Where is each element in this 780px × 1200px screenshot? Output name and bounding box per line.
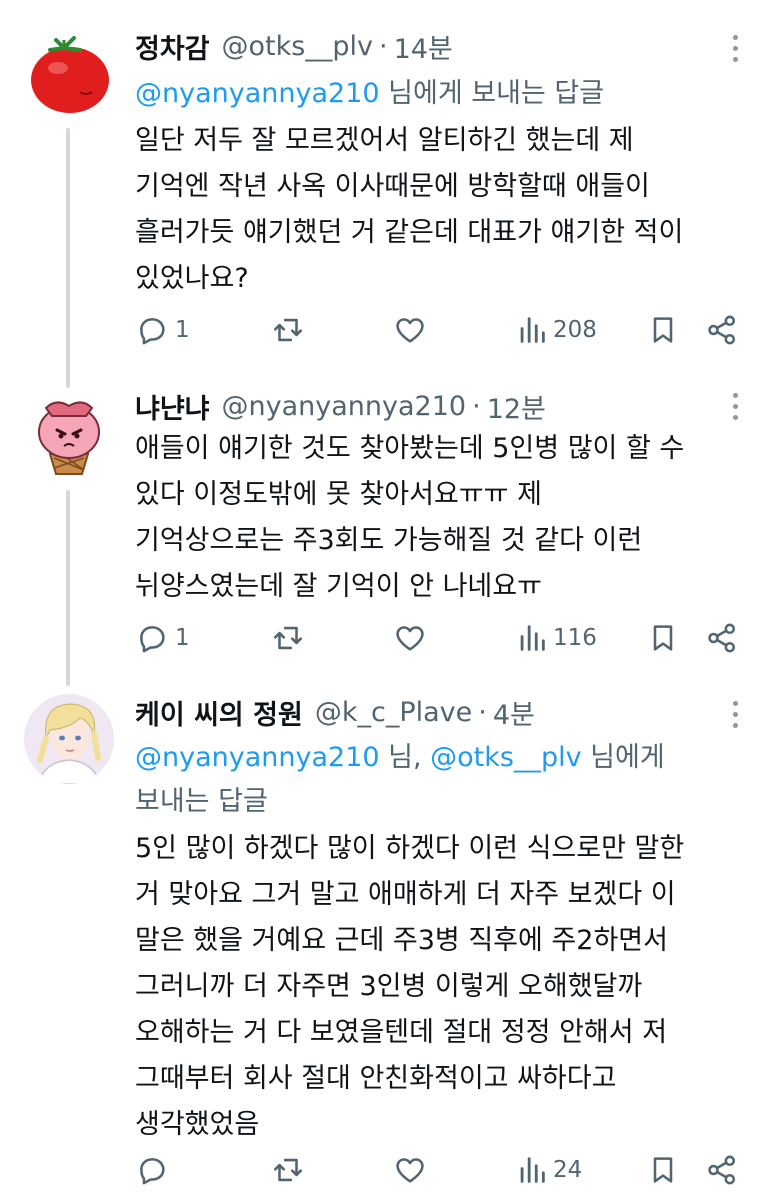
- views-button[interactable]: 24: [517, 1150, 582, 1190]
- bookmark-icon: [647, 621, 679, 655]
- like-button[interactable]: [393, 618, 427, 658]
- reply-separator: 님,: [379, 742, 431, 773]
- retweet-icon: [271, 1153, 305, 1187]
- tweet-text: 5인 많이 하겠다 많이 하겠다 이런 식으로만 말한 거 맞아요 그거 말고 …: [135, 833, 685, 1140]
- views-button[interactable]: 116: [517, 618, 597, 658]
- more-icon[interactable]: [720, 694, 750, 734]
- more-icon[interactable]: [720, 386, 750, 426]
- retweet-button[interactable]: [271, 1150, 305, 1190]
- tweet-header: 냐냔냐 @nyanyannya210 · 12분: [135, 386, 546, 426]
- reply-context: @nyanyannya210 님에게 보내는 답글: [135, 72, 745, 116]
- reply-button[interactable]: 1: [135, 310, 190, 350]
- thread-line: [66, 490, 70, 686]
- separator-dot: ·: [378, 30, 388, 62]
- bookmark-icon: [647, 1153, 679, 1187]
- views-count: 24: [553, 1157, 583, 1183]
- reply-context: @nyanyannya210 님, @otks__plv 님에게 보내는 답글: [135, 736, 745, 824]
- timestamp[interactable]: 4분: [493, 693, 535, 732]
- reply-button[interactable]: 1: [135, 618, 190, 658]
- separator-dot: ·: [472, 390, 481, 422]
- reply-icon: [135, 313, 169, 347]
- separator-dot: ·: [478, 696, 487, 728]
- reply-count: 1: [175, 625, 190, 651]
- reply-button[interactable]: [135, 1150, 175, 1190]
- timestamp[interactable]: 14분: [394, 27, 453, 66]
- user-handle[interactable]: @k_c_Plave: [315, 697, 472, 728]
- views-icon: [517, 313, 547, 347]
- reply-suffix: 님에게 보내는 답글: [379, 78, 605, 109]
- action-bar: 1 116: [135, 618, 745, 658]
- share-icon: [705, 621, 739, 655]
- tweet-3[interactable]: 케이 씨의 정원 @k_c_Plave · 4분 @nyanyannya210 …: [0, 680, 780, 1200]
- tomato-avatar-icon[interactable]: [24, 28, 114, 118]
- more-icon[interactable]: [720, 28, 750, 68]
- views-button[interactable]: 208: [517, 310, 597, 350]
- bookmark-button[interactable]: [647, 1150, 679, 1190]
- user-handle[interactable]: @nyanyannya210: [222, 391, 467, 422]
- display-name[interactable]: 케이 씨의 정원: [135, 693, 303, 732]
- mention-link[interactable]: @nyanyannya210: [135, 78, 380, 109]
- bookmark-button[interactable]: [647, 618, 679, 658]
- retweet-button[interactable]: [271, 618, 305, 658]
- action-bar: 24: [135, 1150, 745, 1190]
- views-icon: [517, 621, 547, 655]
- reply-icon: [135, 621, 169, 655]
- display-name[interactable]: 정차감: [135, 27, 210, 66]
- bookmark-button[interactable]: [647, 310, 679, 350]
- tweet-header: 정차감 @otks__plv · 14분: [135, 26, 453, 66]
- user-handle[interactable]: @otks__plv: [222, 31, 373, 62]
- heart-icon: [393, 313, 427, 347]
- heart-icon: [393, 1153, 427, 1187]
- reply-count: 1: [175, 317, 190, 343]
- share-button[interactable]: [705, 618, 739, 658]
- share-button[interactable]: [705, 310, 739, 350]
- retweet-icon: [271, 621, 305, 655]
- pink-character-avatar-icon[interactable]: [24, 388, 114, 478]
- tweet-header: 케이 씨의 정원 @k_c_Plave · 4분: [135, 692, 535, 732]
- anime-character-avatar-icon[interactable]: [24, 694, 114, 784]
- thread-line: [66, 128, 70, 388]
- reply-suffix-line2: 보내는 답글: [135, 786, 268, 817]
- share-icon: [705, 313, 739, 347]
- views-count: 116: [553, 625, 597, 651]
- timestamp[interactable]: 12분: [487, 387, 546, 426]
- tweet-text: 애들이 얘기한 것도 찾아봤는데 5인병 많이 할 수 있다 이정도밖에 못 찾…: [135, 433, 685, 602]
- mention-link[interactable]: @nyanyannya210: [135, 742, 380, 773]
- reply-icon: [135, 1153, 169, 1187]
- bookmark-icon: [647, 313, 679, 347]
- views-count: 208: [553, 317, 597, 343]
- display-name[interactable]: 냐냔냐: [135, 387, 210, 426]
- retweet-icon: [271, 313, 305, 347]
- retweet-button[interactable]: [271, 310, 305, 350]
- like-button[interactable]: [393, 310, 427, 350]
- tweet-2[interactable]: 냐냔냐 @nyanyannya210 · 12분 애들이 얘기한 것도 찾아봤는…: [0, 380, 780, 686]
- action-bar: 1 208: [135, 310, 745, 350]
- views-icon: [517, 1153, 547, 1187]
- like-button[interactable]: [393, 1150, 427, 1190]
- tweet-1[interactable]: 정차감 @otks__plv · 14분 @nyanyannya210 님에게 …: [0, 0, 780, 388]
- tweet-text: 일단 저두 잘 모르겠어서 알티하긴 했는데 제 기억엔 작년 사옥 이사때문에…: [135, 125, 684, 294]
- share-button[interactable]: [705, 1150, 739, 1190]
- mention-link[interactable]: @otks__plv: [430, 742, 581, 773]
- reply-suffix: 님에게: [581, 742, 665, 773]
- heart-icon: [393, 621, 427, 655]
- share-icon: [705, 1153, 739, 1187]
